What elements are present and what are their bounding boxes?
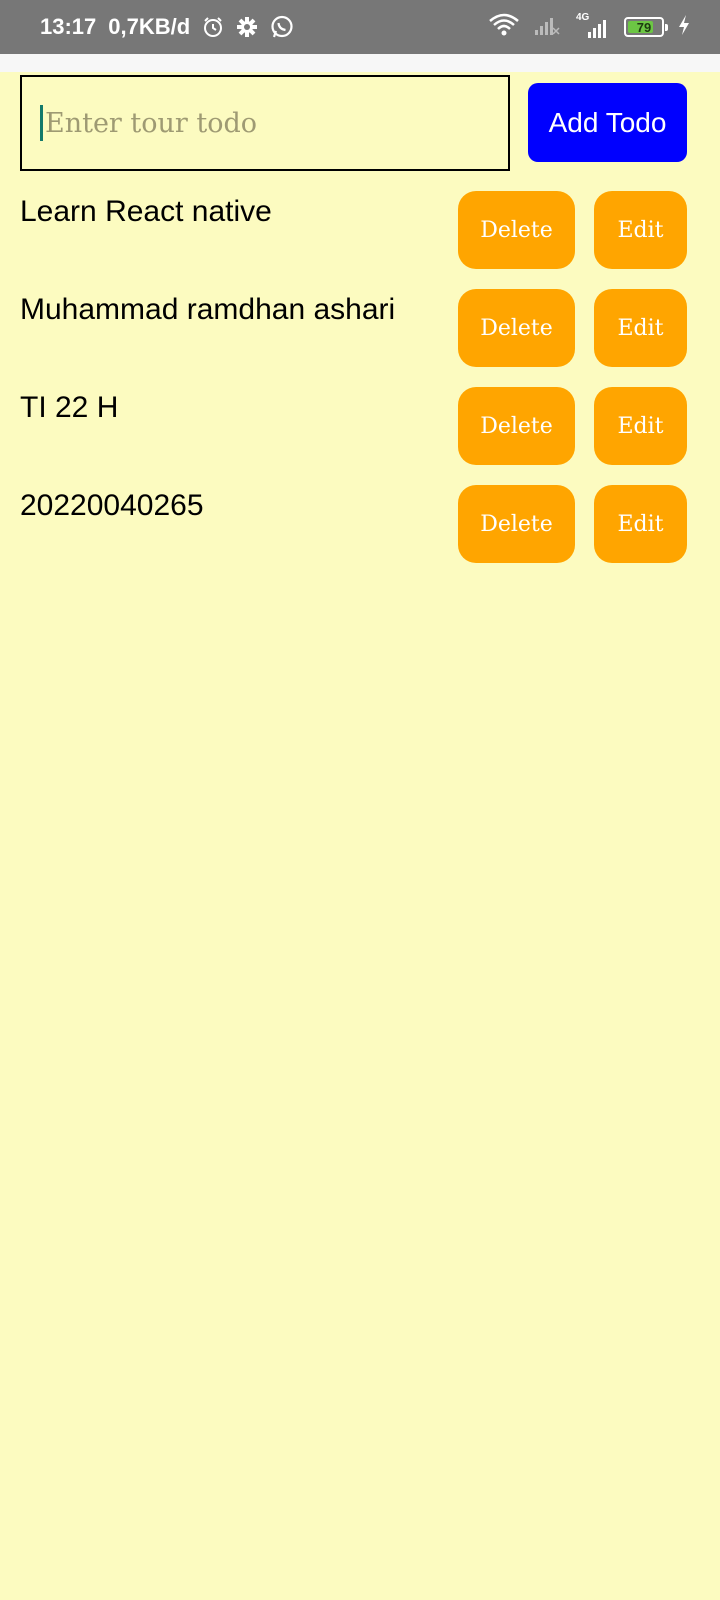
status-left: 13:17 0,7KB/d — [40, 0, 294, 54]
status-net-speed: 0,7KB/d — [108, 14, 191, 39]
list-item: Learn React native Delete Edit — [0, 190, 720, 288]
edit-button[interactable]: Edit — [594, 485, 687, 563]
list-item: Muhammad ramdhan ashari Delete Edit — [0, 288, 720, 386]
edit-button[interactable]: Edit — [594, 191, 687, 269]
list-item: TI 22 H Delete Edit — [0, 386, 720, 484]
gear-icon — [236, 16, 258, 38]
alarm-icon — [202, 16, 224, 38]
battery-level: 79 — [636, 19, 652, 35]
delete-button[interactable]: Delete — [458, 485, 575, 563]
bolt-icon — [678, 14, 690, 41]
status-bar-divider — [0, 54, 720, 72]
wifi-icon — [488, 13, 520, 42]
signal-4g-icon: 4G — [574, 12, 610, 40]
whatsapp-icon — [270, 15, 294, 39]
todo-list: Learn React native Delete Edit Muhammad … — [0, 190, 720, 582]
battery-icon: 79 — [624, 17, 668, 37]
delete-button[interactable]: Delete — [458, 289, 575, 367]
edit-button[interactable]: Edit — [594, 387, 687, 465]
list-item: 20220040265 Delete Edit — [0, 484, 720, 582]
todo-text: Learn React native — [20, 195, 272, 228]
status-bar: 13:17 0,7KB/d 4G 79 — [0, 0, 720, 54]
todo-input-box[interactable] — [20, 75, 510, 171]
status-right: 4G 79 — [488, 0, 690, 54]
todo-input[interactable] — [45, 107, 465, 139]
todo-text: Muhammad ramdhan ashari — [20, 293, 396, 326]
todo-text: 20220040265 — [20, 489, 204, 522]
delete-button[interactable]: Delete — [458, 387, 575, 465]
edit-button[interactable]: Edit — [594, 289, 687, 367]
add-todo-button[interactable]: Add Todo — [528, 83, 687, 162]
status-time: 13:17 — [40, 14, 97, 39]
text-cursor — [40, 105, 43, 141]
signal-icon — [534, 14, 560, 41]
todo-text: TI 22 H — [20, 391, 119, 424]
delete-button[interactable]: Delete — [458, 191, 575, 269]
